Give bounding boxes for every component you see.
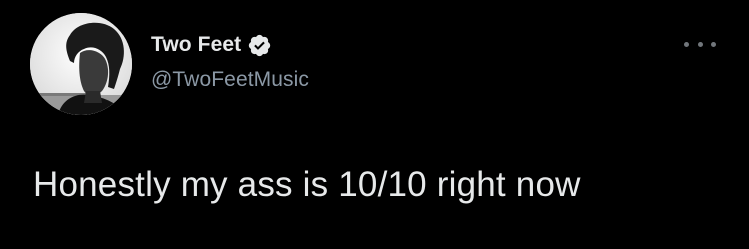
more-options-icon[interactable] [684,38,716,50]
more-dot-icon [711,41,716,47]
more-dot-icon [684,41,689,47]
tweet-card: Two Feet @TwoFeetMusic Honestly my ass i… [0,0,749,249]
avatar[interactable] [30,13,132,115]
tweet-text: Honestly my ass is 10/10 right now [33,165,581,204]
author-display-name[interactable]: Two Feet [151,33,241,57]
verified-badge-icon [247,33,272,58]
author-handle[interactable]: @TwoFeetMusic [151,68,309,92]
profile-photo-icon [30,13,132,115]
more-dot-icon [697,41,703,47]
author-name-row: Two Feet [151,30,272,60]
